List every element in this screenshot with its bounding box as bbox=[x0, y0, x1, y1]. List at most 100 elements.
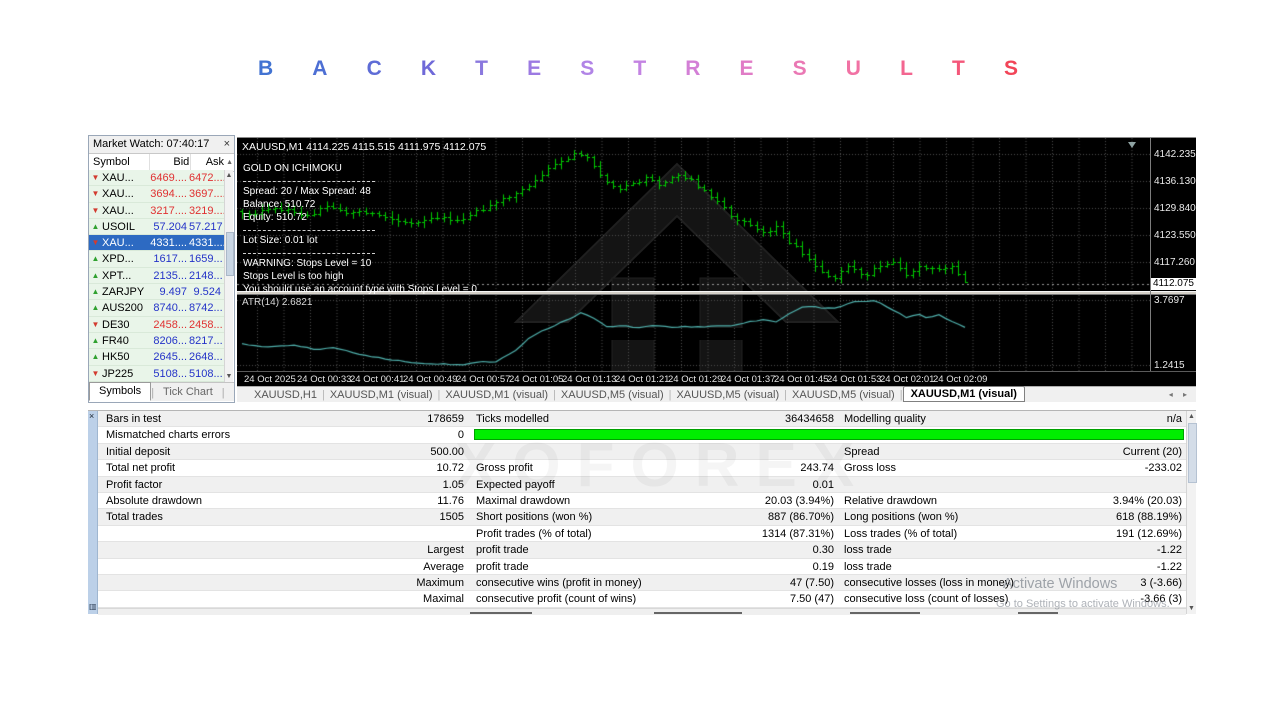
title-letter: S bbox=[1003, 57, 1018, 80]
row-value: 11.76 bbox=[437, 494, 464, 507]
column-header-symbol[interactable]: Symbol bbox=[89, 154, 150, 171]
close-icon[interactable]: × bbox=[89, 412, 94, 421]
metric-label: Loss trades (% of total) bbox=[844, 527, 958, 540]
scroll-up-icon[interactable]: ▲ bbox=[225, 171, 233, 180]
scroll-up-icon[interactable]: ▲ bbox=[1187, 412, 1196, 421]
tab-scroll-arrows[interactable]: ◂ ▸ bbox=[1169, 390, 1191, 399]
metric-label: Short positions (won %) bbox=[476, 511, 593, 524]
market-watch-row[interactable]: ▼ DE30 2458... 2458... bbox=[89, 316, 225, 333]
overlay-separator bbox=[243, 249, 375, 254]
market-watch-row[interactable]: ▼ XAU... 6469.... 6472.... bbox=[89, 170, 226, 187]
market-watch-row[interactable]: ▲ XPD... 1617... 1659... bbox=[89, 251, 225, 268]
ea-warning-line: You should use an account type with Stop… bbox=[243, 284, 477, 295]
market-watch-row[interactable]: ▲ AUS200 8740... 8742... bbox=[89, 300, 225, 317]
price-axis-separator bbox=[1150, 138, 1151, 371]
market-watch-row[interactable]: ▲ USOIL 57.204 57.217 bbox=[89, 218, 225, 236]
metric-value: 618 (88.19%) bbox=[1115, 511, 1182, 524]
market-watch-row[interactable]: ▲ FR40 8206... 8217... bbox=[89, 332, 225, 350]
ea-name: GOLD ON ICHIMOKU bbox=[243, 163, 342, 174]
bid-value: 3217.... bbox=[150, 204, 187, 217]
metric-value: 36434658 bbox=[785, 413, 834, 425]
metric-value: 0.19 bbox=[812, 560, 834, 573]
symbol-name: FR40 bbox=[102, 334, 129, 347]
row-value: Largest bbox=[427, 544, 464, 557]
time-axis-label: 24 Oct 01:13 bbox=[562, 374, 617, 385]
scroll-down-icon[interactable]: ▼ bbox=[1187, 604, 1196, 613]
time-axis-label: 24 Oct 00:41 bbox=[350, 374, 405, 385]
market-watch-title: Market Watch: 07:40:17 bbox=[93, 138, 210, 150]
ask-value: 8217... bbox=[189, 334, 223, 347]
metric-value: 3.94% (20.03) bbox=[1112, 494, 1182, 507]
row-label: Profit factor bbox=[106, 478, 163, 491]
tab-symbols[interactable]: Symbols bbox=[89, 382, 152, 401]
brand-watermark: XOFOREX bbox=[455, 431, 871, 500]
time-axis-label: 24 Oct 01:37 bbox=[721, 374, 776, 385]
bid-value: 57.204 bbox=[153, 220, 187, 233]
report-row: Largest profit trade 0.30 loss trade -1.22 bbox=[98, 542, 1186, 559]
market-watch-row[interactable]: ▼ XAU... 4331.... 4331.... bbox=[89, 235, 226, 252]
metric-label: Ticks modelled bbox=[476, 413, 549, 425]
metric-label: profit trade bbox=[476, 544, 529, 557]
bid-value: 5108... bbox=[153, 367, 187, 380]
ea-warning-line: WARNING: Stops Level = 10 bbox=[243, 258, 372, 269]
scroll-thumb[interactable] bbox=[226, 232, 234, 276]
market-watch-row[interactable]: ▲ ZARJPY 9.497 9.524 bbox=[89, 284, 225, 301]
market-watch-row[interactable]: ▲ XPT... 2135... 2148... bbox=[89, 267, 225, 285]
ea-info-line: Balance: 510.72 bbox=[243, 199, 316, 210]
time-axis-label: 24 Oct 00:33 bbox=[297, 374, 352, 385]
report-row: Total trades 1505 Short positions (won %) 8… bbox=[98, 509, 1186, 526]
price-axis-label: 4142.235 bbox=[1154, 149, 1196, 161]
row-value: Average bbox=[423, 560, 464, 573]
chart-tab[interactable]: XAUUSD,M5 (visual) bbox=[787, 389, 900, 401]
report-scrollbar[interactable]: ▲ ▼ bbox=[1186, 411, 1197, 614]
market-watch-titlebar: Market Watch: 07:40:17 × bbox=[89, 136, 234, 154]
column-header-ask[interactable]: Ask bbox=[191, 154, 225, 171]
scroll-thumb[interactable] bbox=[1188, 423, 1197, 483]
title-letter: S bbox=[580, 57, 595, 80]
ea-info-line: Spread: 20 / Max Spread: 48 bbox=[243, 186, 371, 197]
tab-tick-chart[interactable]: Tick Chart bbox=[154, 384, 222, 401]
arrow-down-icon: ▼ bbox=[91, 368, 100, 378]
metric-value: n/a bbox=[1166, 413, 1182, 425]
chart-tab[interactable]: XAUUSD,M5 (visual) bbox=[671, 389, 784, 401]
chart-tab[interactable]: XAUUSD,H1 bbox=[249, 389, 322, 401]
metric-label: profit trade bbox=[476, 560, 529, 573]
atr-indicator-plot[interactable] bbox=[237, 295, 1150, 371]
symbol-name: AUS200 bbox=[102, 302, 143, 315]
time-axis-label: 24 Oct 02:01 bbox=[880, 374, 935, 385]
chart-shift-marker-icon[interactable] bbox=[1128, 142, 1136, 148]
bid-value: 9.497 bbox=[159, 286, 187, 299]
bid-value: 4331.... bbox=[150, 237, 187, 250]
market-watch-row[interactable]: ▼ JP225 5108... 5108... bbox=[89, 365, 225, 382]
metric-value: -233.02 bbox=[1144, 462, 1182, 475]
market-watch-scrollbar[interactable]: ▲ ▼ bbox=[224, 170, 234, 382]
market-watch-row[interactable]: ▼ XAU... 3217.... 3219.... bbox=[89, 202, 226, 219]
bid-value: 8740... bbox=[153, 302, 187, 315]
market-watch-panel: Market Watch: 07:40:17 × Symbol Bid Ask ▲ ▼… bbox=[88, 135, 235, 403]
title-letter: T bbox=[633, 57, 647, 80]
scroll-up-icon[interactable]: ▲ bbox=[225, 154, 234, 171]
scroll-down-icon[interactable]: ▼ bbox=[225, 372, 233, 381]
chart-tab[interactable]: XAUUSD,M1 (visual) bbox=[325, 389, 438, 401]
ask-value: 9.524 bbox=[193, 286, 221, 299]
current-price-tag: 4112.075 bbox=[1151, 278, 1196, 291]
metric-value: 191 (12.69%) bbox=[1115, 527, 1182, 540]
metric-value: -1.22 bbox=[1156, 544, 1182, 557]
row-label: Bars in test bbox=[106, 413, 162, 425]
report-icon: ▥ bbox=[89, 602, 97, 611]
market-watch-row[interactable]: ▲ HK50 2645... 2648... bbox=[89, 349, 225, 366]
symbol-name: XAU... bbox=[102, 237, 134, 250]
row-value: 0 bbox=[457, 429, 464, 442]
bid-value: 2645... bbox=[153, 351, 187, 364]
page-title: BACKTESTRESULTS bbox=[258, 57, 1018, 81]
close-icon[interactable]: × bbox=[224, 136, 230, 152]
chart-tabbar: XAUUSD,H1 | XAUUSD,M1 (visual) | XAUUSD,M1 (… bbox=[237, 385, 1196, 402]
column-header-bid[interactable]: Bid bbox=[150, 154, 192, 171]
metric-label: loss trade bbox=[844, 544, 892, 557]
chart-tab[interactable]: XAUUSD,M1 (visual) bbox=[902, 385, 1025, 402]
time-axis-label: 24 Oct 00:49 bbox=[403, 374, 458, 385]
chart-tab[interactable]: XAUUSD,M5 (visual) bbox=[556, 389, 669, 401]
chart-tab[interactable]: XAUUSD,M1 (visual) bbox=[440, 389, 553, 401]
market-watch-row[interactable]: ▼ XAU... 3694.... 3697.... bbox=[89, 186, 226, 203]
row-value: Maximal bbox=[423, 593, 464, 606]
